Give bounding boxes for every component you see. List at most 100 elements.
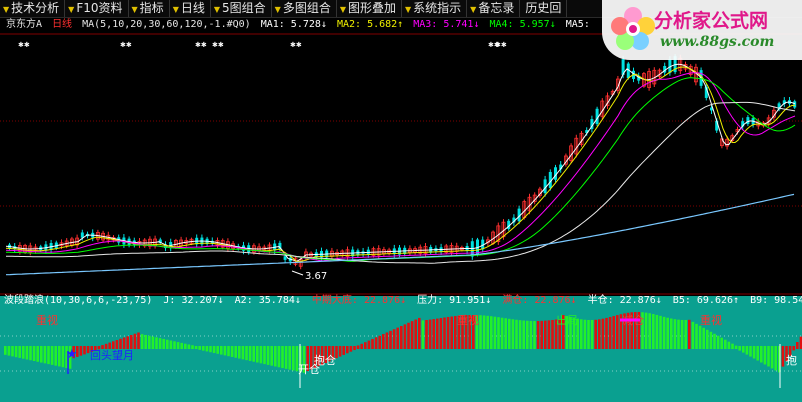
indicator-bar <box>767 346 770 367</box>
indicator-bar <box>497 317 500 349</box>
ma5-value: MA5: <box>565 19 590 30</box>
indicator-bar <box>713 333 716 349</box>
indicator-bar <box>421 320 425 349</box>
indicator-bar <box>281 346 284 369</box>
stock-name: 京东方A <box>6 19 43 30</box>
indicator-bar <box>22 346 25 359</box>
watermark-logo: 分析家公式网 www.88gs.com <box>602 0 802 60</box>
indicator-bar <box>18 346 21 358</box>
indicator-bars <box>4 312 802 373</box>
toolbar-item-3[interactable]: ▼ 日线 <box>170 0 211 17</box>
indicator-bar <box>112 341 115 349</box>
indicator-bar <box>490 316 493 349</box>
indicator-bar <box>259 346 263 364</box>
indicator-bar <box>450 316 453 349</box>
indicator-bar <box>155 337 158 349</box>
logo-text: 分析家公式网 <box>654 10 769 32</box>
indicator-bar <box>382 334 385 349</box>
indicator-bar <box>670 318 673 349</box>
indicator-bar <box>58 346 61 367</box>
indicator-bar <box>486 315 489 349</box>
indicator-bar <box>166 339 169 349</box>
indicator-bar <box>587 319 590 349</box>
indicator-bar <box>414 319 417 349</box>
indicator-bar <box>216 346 219 354</box>
ma2-value: MA2: 5.682↑ <box>336 19 404 30</box>
indicator-bar <box>130 335 133 349</box>
toolbar-item-9[interactable]: 历史回 <box>520 0 568 17</box>
indicator-bar <box>706 329 709 349</box>
toolbar-item-0[interactable]: ▼ 技术分析 <box>0 0 66 17</box>
indicator-bar <box>436 318 439 349</box>
indicator-bar <box>410 321 414 349</box>
indicator-bar <box>727 341 731 349</box>
indicator-bar <box>223 346 227 356</box>
indicator-bar <box>180 342 183 349</box>
half-value: 半仓: 22.876↓ <box>587 295 662 306</box>
toolbar-item-label: 5图组合 <box>222 1 266 15</box>
indicator-bar <box>781 346 785 367</box>
indicator-bar <box>356 345 360 349</box>
indicator-bar <box>241 346 245 360</box>
indicator-bar <box>796 342 799 349</box>
indicator-chart[interactable]: 重视重视重视回头望月开仓出局减仓抱仓抱★ <box>0 296 802 402</box>
toolbar-item-7[interactable]: ▼ 系统指示 <box>402 0 468 17</box>
indicator-bar <box>731 343 734 349</box>
indicator-panel[interactable]: 重视重视重视回头望月开仓出局减仓抱仓抱★ 波段踏浪(10,30,6,6,-23,… <box>0 295 802 402</box>
toolbar-item-5[interactable]: ▼ 多图组合 <box>272 0 337 17</box>
indicator-bar <box>148 335 151 349</box>
indicator-bar <box>666 317 669 349</box>
signal-star-icon: ✱✱ <box>18 41 30 49</box>
signal-star-icon: ✱✱ <box>290 41 302 49</box>
indicator-bar <box>493 316 497 349</box>
indicator-bar <box>220 346 223 355</box>
indicator-bar <box>716 335 720 349</box>
indicator-bar <box>734 345 738 349</box>
indicator-bar <box>162 338 165 349</box>
indicator-bar <box>662 316 666 349</box>
indicator-bar <box>508 318 511 349</box>
signal-star-icon: ✱✱ <box>195 41 207 49</box>
indicator-bar <box>47 346 50 365</box>
indicator-bar <box>385 332 389 349</box>
indicator-bar <box>126 336 129 349</box>
indicator-bar <box>270 346 273 366</box>
indicator-bar <box>252 346 255 362</box>
signal-star-icon: ✱✱ <box>495 41 507 49</box>
indicator-bar <box>536 320 540 349</box>
indicator-bar <box>137 332 140 349</box>
indicator-bar <box>594 319 597 349</box>
indicator-bar <box>122 337 126 349</box>
main-title-row: 京东方A 日线 MA(5,10,20,30,60,120,-1.#Q0) MA1… <box>6 18 594 32</box>
indicator-bar <box>194 346 198 350</box>
toolbar-item-label: 系统指示 <box>413 1 462 15</box>
indicator-bar <box>353 346 356 351</box>
toolbar-item-4[interactable]: ▼ 5图组合 <box>211 0 272 17</box>
indicator-bar <box>378 335 381 349</box>
toolbar-item-8[interactable]: ▼ 备忘录 <box>467 0 521 17</box>
toolbar-item-2[interactable]: ▼ 指标 <box>129 0 170 17</box>
indicator-bar <box>601 318 605 349</box>
indicator-bar <box>446 316 450 349</box>
ma4-line <box>6 77 796 262</box>
toolbar-item-1[interactable]: ▼ F10资料 <box>65 0 129 17</box>
indicator-bar <box>770 346 774 369</box>
indicator-bar <box>752 346 756 359</box>
indicator-bar <box>407 322 410 349</box>
signal-star-icon: ✱✱ <box>212 41 224 49</box>
toolbar-item-label: 历史回 <box>525 1 562 15</box>
toolbar-item-6[interactable]: ▼ 图形叠加 <box>337 0 402 17</box>
indicator-bar <box>346 346 349 354</box>
indicator-name: 波段踏浪(10,30,6,6,-23,75) <box>4 295 153 306</box>
indicator-bar <box>500 317 504 349</box>
indicator-bar <box>482 315 486 349</box>
indicator-bar <box>547 320 551 349</box>
indicator-bar <box>443 317 446 349</box>
indicator-bar <box>274 346 277 367</box>
indicator-bar <box>612 316 615 349</box>
indicator-bar <box>792 346 795 351</box>
indicator-bar <box>263 346 266 365</box>
indicator-bar <box>652 314 655 349</box>
indicator-bar <box>745 346 749 355</box>
indicator-bar <box>83 346 86 355</box>
